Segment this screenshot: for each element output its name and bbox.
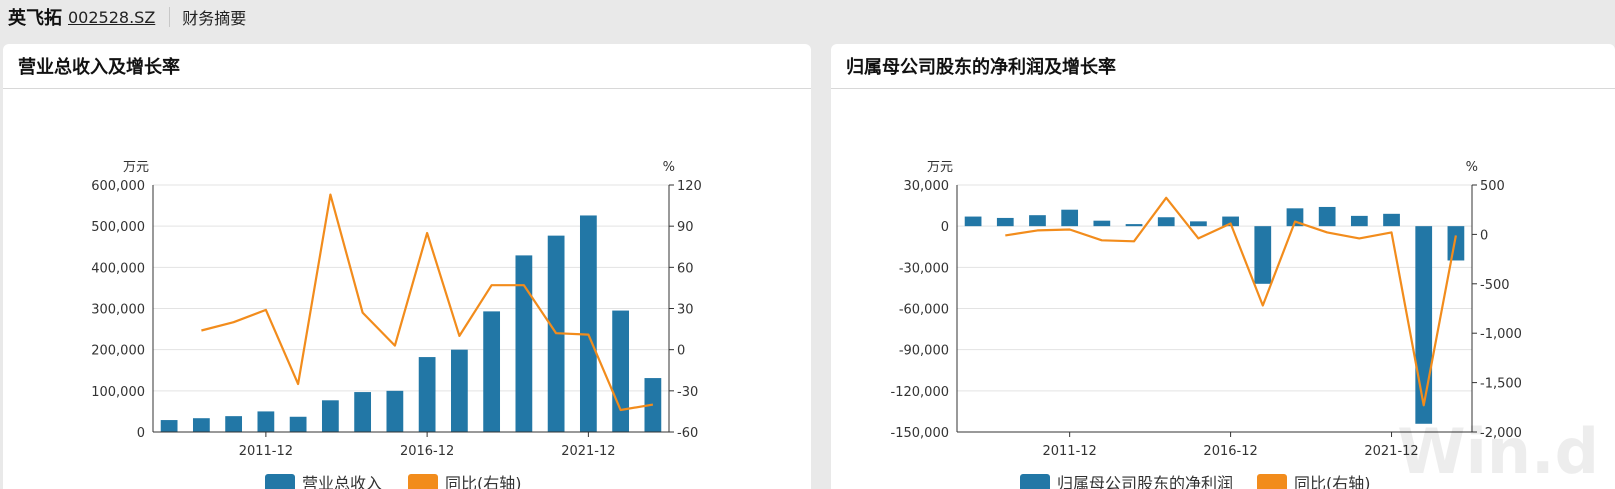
y2-axis-unit: % xyxy=(663,160,675,175)
y-tick-label: 0 xyxy=(941,220,949,235)
legend-swatch-bar xyxy=(1020,474,1050,489)
net-profit-chart-title: 归属母公司股东的净利润及增长率 xyxy=(846,57,1116,78)
legend-label: 营业总收入 xyxy=(302,474,382,489)
y-tick-label: 500,000 xyxy=(91,220,145,235)
net-profit-chart: -150,000 -120,000 -90,000 -60,000 -30,000 0 30… xyxy=(891,160,1599,489)
stock-name: 英飞拓 xyxy=(8,8,62,29)
bar xyxy=(1447,226,1465,261)
bar xyxy=(1318,206,1336,227)
bar xyxy=(321,400,339,432)
bar xyxy=(515,255,533,432)
series-line xyxy=(1005,196,1457,407)
y-tick-label: -120,000 xyxy=(891,385,949,400)
bar xyxy=(1254,226,1272,284)
legend-label: 归属母公司股东的净利润 xyxy=(1057,474,1233,489)
bar xyxy=(1093,220,1111,227)
bar xyxy=(450,349,468,432)
y-tick-label: -90,000 xyxy=(899,344,949,359)
revenue-chart-title: 营业总收入及增长率 xyxy=(18,57,180,78)
y-tick-label: -30,000 xyxy=(899,261,949,276)
y2-tick-label: 90 xyxy=(677,220,694,235)
y-axis-unit: 万元 xyxy=(123,160,149,175)
bar xyxy=(192,418,210,432)
page-title: 财务摘要 xyxy=(182,9,247,28)
bar xyxy=(964,216,982,227)
bar xyxy=(1190,221,1207,227)
bar xyxy=(257,411,275,432)
y-tick-label: 300,000 xyxy=(91,303,145,318)
y2-tick-label: 30 xyxy=(677,303,694,318)
bar xyxy=(1383,213,1400,227)
x-tick-label: 2021-12 xyxy=(561,444,615,459)
stock-code-link[interactable]: 002528.SZ xyxy=(68,8,155,27)
y-tick-label: 600,000 xyxy=(91,179,145,194)
legend-swatch-line xyxy=(408,474,438,489)
net-profit-panel-header: 归属母公司股东的净利润及增长率 xyxy=(831,44,1615,89)
bar xyxy=(1157,217,1175,227)
x-tick-label: 2016-12 xyxy=(1203,444,1257,459)
y2-tick-label: 120 xyxy=(677,179,702,194)
bar xyxy=(386,390,404,432)
watermark-logo: Win.d xyxy=(1397,415,1599,488)
legend-label: 同比(右轴) xyxy=(1294,474,1371,489)
y2-tick-label: 0 xyxy=(677,344,685,359)
y-tick-label: 400,000 xyxy=(91,261,145,276)
legend-label: 同比(右轴) xyxy=(445,474,522,489)
y2-tick-label: -500 xyxy=(1480,278,1510,293)
y-tick-label: 30,000 xyxy=(904,179,950,194)
y-tick-label: -150,000 xyxy=(891,426,949,441)
bar xyxy=(354,392,372,432)
x-tick-label: 2011-12 xyxy=(239,444,293,459)
x-tick-label: 2016-12 xyxy=(400,444,454,459)
bar xyxy=(1061,209,1079,227)
net-profit-panel: 归属母公司股东的净利润及增长率 -150,000 -120,000 -90,000-… xyxy=(831,44,1615,489)
bar xyxy=(225,416,243,432)
legend-swatch-bar xyxy=(265,474,295,489)
y-tick-label: 200,000 xyxy=(91,344,145,359)
bar xyxy=(289,416,307,432)
bar xyxy=(418,357,436,432)
revenue-chart: 0 100,000 200,000 300,000 400,000 500,000 600,… xyxy=(91,160,702,489)
bar xyxy=(612,310,630,432)
revenue-panel: 营业总收入及增长率 0 100,000 200,000 300,000 400,000 5… xyxy=(3,44,811,489)
revenue-panel-header: 营业总收入及增长率 xyxy=(3,44,811,89)
bar xyxy=(579,215,597,432)
y2-tick-label: -30 xyxy=(677,385,698,400)
bar xyxy=(996,217,1014,227)
y-tick-label: 0 xyxy=(137,426,145,441)
bar xyxy=(483,311,501,432)
y2-tick-label: -60 xyxy=(677,426,698,441)
header-divider xyxy=(169,7,171,27)
bar xyxy=(1415,226,1433,424)
x-tick-label: 2011-12 xyxy=(1042,444,1096,459)
bar xyxy=(1125,224,1143,227)
bar xyxy=(160,420,178,432)
bar xyxy=(1029,215,1046,227)
y2-axis-unit: % xyxy=(1466,160,1478,175)
y-tick-label: 100,000 xyxy=(91,385,145,400)
y2-tick-label: -1,000 xyxy=(1480,327,1522,342)
y2-tick-label: 60 xyxy=(677,261,694,276)
y2-tick-label: 500 xyxy=(1480,179,1505,194)
y2-tick-label: -1,500 xyxy=(1480,377,1522,392)
y-tick-label: -60,000 xyxy=(899,303,949,318)
y2-tick-label: 0 xyxy=(1480,228,1488,243)
bar xyxy=(1350,215,1368,227)
y-axis-unit: 万元 xyxy=(927,160,953,175)
legend-swatch-line xyxy=(1257,474,1287,489)
top-bar: 英飞拓 002528.SZ 财务摘要 xyxy=(0,0,1615,34)
